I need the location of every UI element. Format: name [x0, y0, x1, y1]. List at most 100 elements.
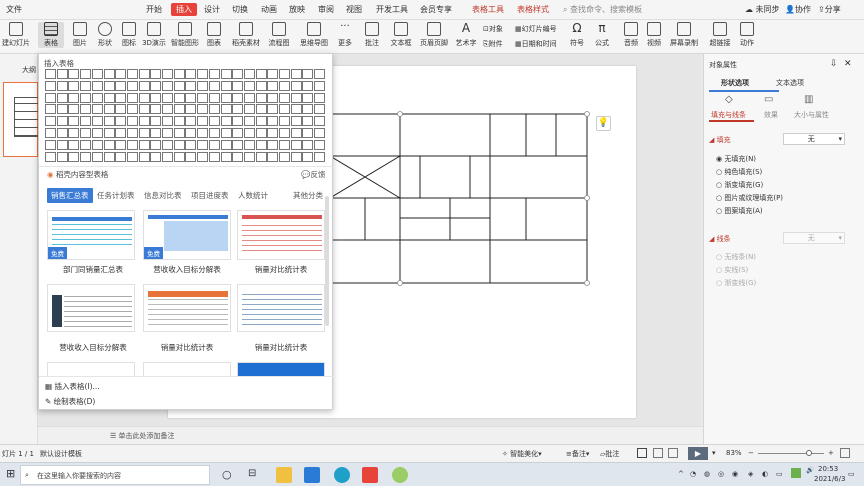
cortana-icon[interactable]: ○: [222, 468, 232, 481]
grid-cell[interactable]: [138, 128, 150, 138]
command-search[interactable]: ⌕ 查找命令、搜索模板: [563, 4, 642, 15]
grid-cell[interactable]: [302, 92, 314, 103]
header-footer-button[interactable]: 页眉页脚: [419, 22, 449, 48]
grid-cell[interactable]: [80, 151, 92, 162]
grid-cell[interactable]: [267, 128, 279, 138]
grid-cell[interactable]: [68, 128, 80, 138]
grid-cell[interactable]: [80, 116, 92, 127]
grid-cell[interactable]: [91, 151, 103, 162]
grid-cell[interactable]: [80, 92, 92, 103]
comment-button[interactable]: 批注: [362, 22, 382, 48]
grid-cell[interactable]: [115, 104, 127, 115]
grid-cell[interactable]: [56, 92, 68, 103]
grid-cell[interactable]: [185, 139, 197, 150]
tray-app-icon-4[interactable]: ◉: [732, 470, 738, 478]
grid-cell[interactable]: [243, 116, 255, 127]
icon-button[interactable]: 图标: [117, 22, 141, 48]
grid-cell[interactable]: [138, 151, 150, 162]
fit-window-icon[interactable]: [840, 448, 850, 458]
grid-cell[interactable]: [162, 104, 173, 115]
grid-cell[interactable]: [290, 128, 302, 138]
template-thumb-2[interactable]: [237, 210, 325, 260]
grid-cell[interactable]: [115, 128, 127, 138]
grid-cell[interactable]: [150, 104, 162, 115]
shape-button[interactable]: 形状: [93, 22, 117, 48]
grid-cell[interactable]: [162, 128, 173, 138]
lightbulb-icon[interactable]: 💡: [596, 116, 611, 131]
hyperlink-button[interactable]: 超链接: [706, 22, 734, 48]
grid-cell[interactable]: [56, 128, 68, 138]
normal-view-icon[interactable]: [637, 448, 647, 458]
grid-cell[interactable]: [162, 92, 173, 103]
line-section-header[interactable]: ◢ 线条: [709, 234, 731, 244]
grid-cell[interactable]: [173, 128, 185, 138]
tab-table-tools[interactable]: 表格工具: [472, 4, 504, 15]
grid-cell[interactable]: [45, 80, 56, 91]
grid-cell[interactable]: [162, 139, 173, 150]
grid-cell[interactable]: [162, 80, 173, 91]
tab-insert[interactable]: 插入: [171, 3, 197, 16]
tray-expand-icon[interactable]: ^: [678, 470, 684, 478]
grid-cell[interactable]: [126, 92, 138, 103]
grid-cell[interactable]: [115, 80, 127, 91]
grid-cell[interactable]: [150, 69, 162, 79]
grid-cell[interactable]: [279, 92, 290, 103]
line-option-none[interactable]: ○ 无线条(N): [716, 252, 756, 262]
grid-cell[interactable]: [279, 80, 290, 91]
template-thumb-6[interactable]: [47, 362, 135, 376]
grid-cell[interactable]: [45, 69, 56, 79]
grid-cell[interactable]: [197, 139, 209, 150]
grid-cell[interactable]: [185, 80, 197, 91]
grid-cell[interactable]: [185, 104, 197, 115]
grid-cell[interactable]: [126, 116, 138, 127]
grid-cell[interactable]: [220, 139, 232, 150]
pin-icon[interactable]: ⇩: [830, 59, 838, 69]
grid-cell[interactable]: [314, 92, 326, 103]
tab-animation[interactable]: 动画: [261, 4, 277, 15]
new-slide-button[interactable]: 建幻灯片: [0, 22, 32, 48]
symbol-button[interactable]: Ω 符号: [566, 22, 588, 48]
grid-cell[interactable]: [68, 151, 80, 162]
sync-status[interactable]: ☁ 未同步: [745, 4, 780, 15]
grid-cell[interactable]: [302, 69, 314, 79]
template-thumb-7[interactable]: [143, 362, 231, 376]
tray-app-icon-6[interactable]: ◐: [762, 470, 768, 478]
grid-cell[interactable]: [314, 139, 326, 150]
taskbar-search-box[interactable]: ⌕ 在这里输入你要搜索的内容: [20, 465, 210, 485]
grid-cell[interactable]: [185, 151, 197, 162]
notification-icon[interactable]: ▭: [848, 470, 855, 478]
tab-view[interactable]: 视图: [346, 4, 362, 15]
flowchart-button[interactable]: 流程图: [266, 22, 292, 48]
zoom-level[interactable]: 83%: [726, 449, 742, 457]
grid-cell[interactable]: [208, 80, 220, 91]
clock-date[interactable]: 2021/6/3: [814, 475, 845, 483]
attachment-button[interactable]: ⎘附件: [483, 39, 503, 49]
grid-cell[interactable]: [208, 69, 220, 79]
grid-cell[interactable]: [103, 151, 115, 162]
grid-cell[interactable]: [267, 139, 279, 150]
grid-cell[interactable]: [126, 104, 138, 115]
grid-cell[interactable]: [290, 80, 302, 91]
grid-cell[interactable]: [68, 69, 80, 79]
more-button[interactable]: ··· 更多: [334, 22, 356, 48]
grid-cell[interactable]: [314, 151, 326, 162]
template-thumb-0[interactable]: 免费: [47, 210, 135, 260]
grid-cell[interactable]: [302, 128, 314, 138]
formula-button[interactable]: π 公式: [591, 22, 613, 48]
template-thumb-3[interactable]: [47, 284, 135, 332]
tab-start[interactable]: 开始: [146, 4, 162, 15]
grid-cell[interactable]: [290, 139, 302, 150]
grid-cell[interactable]: [56, 139, 68, 150]
mail-icon[interactable]: [304, 467, 320, 483]
grid-cell[interactable]: [279, 139, 290, 150]
grid-cell[interactable]: [126, 80, 138, 91]
fill-option-solid[interactable]: ○ 纯色填充(S): [716, 167, 762, 177]
audio-button[interactable]: 音频: [620, 22, 642, 48]
share-button[interactable]: ⇪分享: [818, 4, 841, 15]
grid-cell[interactable]: [45, 151, 56, 162]
grid-cell[interactable]: [220, 128, 232, 138]
grid-cell[interactable]: [267, 92, 279, 103]
grid-cell[interactable]: [267, 151, 279, 162]
grid-cell[interactable]: [103, 104, 115, 115]
clock-time[interactable]: 20:53: [818, 465, 838, 473]
